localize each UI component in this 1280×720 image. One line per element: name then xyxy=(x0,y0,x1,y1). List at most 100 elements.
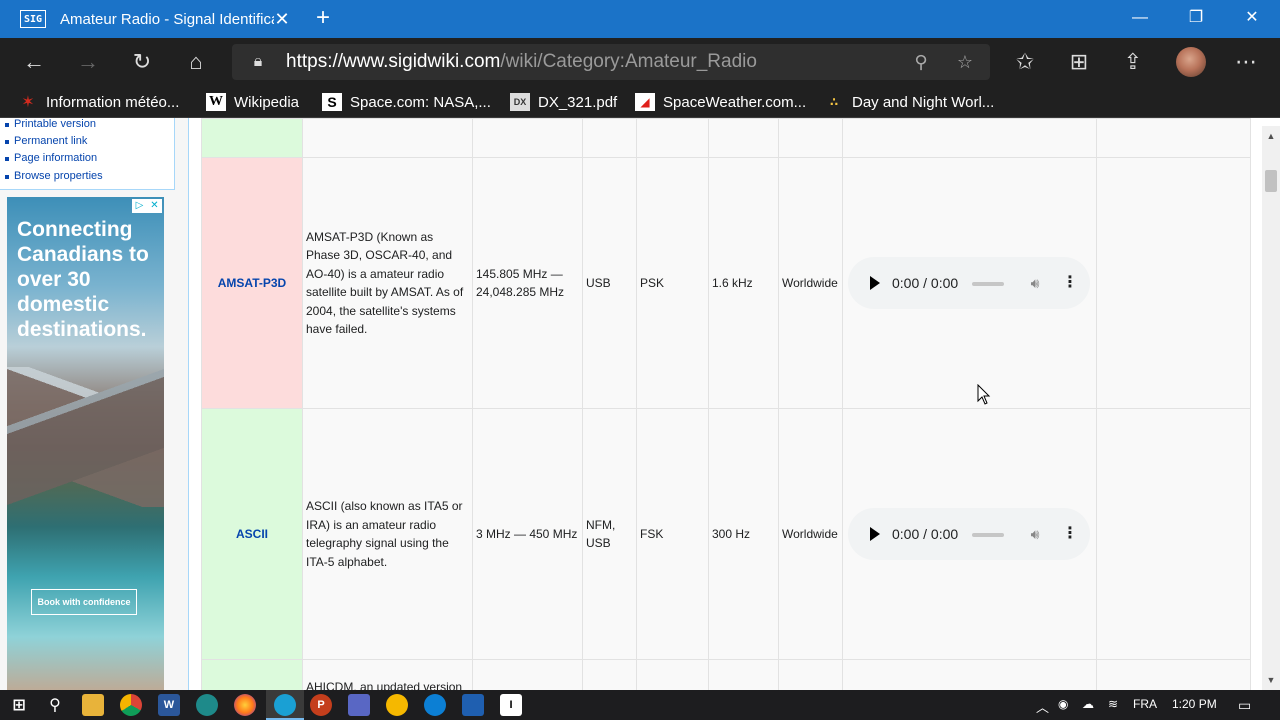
signal-name-link[interactable]: AMSAT-P3D xyxy=(218,276,286,290)
table-row: AMSAT-P3D AMSAT-P3D (Known as Phase 3D, … xyxy=(201,157,1251,409)
ad-choices[interactable]: ▷ ✕ xyxy=(132,199,162,213)
scroll-up-icon[interactable]: ▲ xyxy=(1262,128,1280,144)
favorite-star-icon[interactable]: ☆ xyxy=(952,49,978,75)
home-icon[interactable]: ⌂ xyxy=(182,48,210,76)
advertisement[interactable]: Connecting Canadians to over 30 domestic… xyxy=(7,197,164,690)
new-tab-icon[interactable]: + xyxy=(311,6,335,30)
audio-progress-slider[interactable] xyxy=(972,282,1004,286)
location-cell: Worldwide xyxy=(778,408,843,660)
chrome-icon[interactable] xyxy=(120,694,142,716)
volume-icon[interactable]: 🔊︎ xyxy=(1024,524,1046,544)
play-icon[interactable] xyxy=(870,527,880,541)
file-explorer-icon[interactable] xyxy=(82,694,104,716)
bookmark-label: Information météo... xyxy=(46,93,180,111)
edge-dev-icon[interactable] xyxy=(196,694,218,716)
scrollbar-thumb[interactable] xyxy=(1265,170,1277,192)
bookmark-label: DX_321.pdf xyxy=(538,93,618,111)
sigid-favicon-icon: SIG xyxy=(20,10,46,28)
bookmark-space-com[interactable]: S Space.com: NASA,... xyxy=(322,90,491,114)
mode-cell: NFM, USB xyxy=(582,408,637,660)
ad-cta-button[interactable]: Book with confidence xyxy=(31,589,137,615)
signal-name-cell: AMSAT-P3D xyxy=(201,157,303,409)
bookmark-spaceweather[interactable]: ◢ SpaceWeather.com... xyxy=(635,90,806,114)
audio-more-icon[interactable]: ⋮ xyxy=(1062,524,1078,544)
table-row: ASCII ASCII (also known as ITA5 or IRA) … xyxy=(201,408,1251,660)
maple-leaf-icon: ✶ xyxy=(21,94,35,111)
bandwidth-cell: 300 Hz xyxy=(708,408,779,660)
lock-icon[interactable]: 🔒︎ xyxy=(248,51,268,73)
firefox-icon[interactable] xyxy=(234,694,256,716)
volume-icon[interactable]: 🔊︎ xyxy=(1024,273,1046,293)
pdf-icon: DX xyxy=(510,93,530,111)
bookmark-label: Space.com: NASA,... xyxy=(350,93,491,111)
address-bar[interactable]: 🔒︎ https://www.sigidwiki.com/wiki/Catego… xyxy=(232,44,990,80)
clock[interactable]: 1:20 PM xyxy=(1172,697,1217,711)
close-window-icon[interactable]: ✕ xyxy=(1224,0,1280,36)
audio-player[interactable]: 0:00 / 0:00 🔊︎ ⋮ xyxy=(848,257,1090,309)
bookmark-label: Day and Night Worl... xyxy=(852,93,995,111)
app-window-icon[interactable] xyxy=(462,694,484,716)
edge-beta-icon[interactable] xyxy=(424,694,446,716)
notifications-icon[interactable]: ▭ xyxy=(1238,697,1251,714)
browser-tab[interactable]: SIG Amateur Radio - Signal Identificatio… xyxy=(8,0,302,38)
zoom-icon[interactable]: ⚲ xyxy=(908,49,934,75)
restore-icon[interactable]: ❐ xyxy=(1168,0,1224,36)
space-com-icon: S xyxy=(322,93,342,111)
bookmark-weather[interactable]: ✶ Information météo... xyxy=(18,90,179,114)
spectrogram-cell xyxy=(1096,408,1251,660)
play-icon[interactable] xyxy=(870,276,880,290)
word-icon[interactable]: W xyxy=(158,694,180,716)
scroll-down-icon[interactable]: ▼ xyxy=(1262,672,1280,688)
refresh-icon[interactable]: ↻ xyxy=(128,48,156,76)
ad-info-icon[interactable]: ▷ xyxy=(132,199,147,213)
audio-progress-slider[interactable] xyxy=(972,533,1004,537)
sidebar-link-printable[interactable]: Printable version xyxy=(5,118,96,130)
language-indicator[interactable]: FRA xyxy=(1133,697,1157,711)
signal-name-cell: ASCII xyxy=(201,408,303,660)
tray-security-icon[interactable]: ◉ xyxy=(1058,697,1068,711)
ad-headline: Connecting Canadians to over 30 domestic… xyxy=(17,218,149,341)
edge-icon[interactable] xyxy=(274,694,296,716)
app-icon[interactable] xyxy=(348,694,370,716)
modulation-cell: PSK xyxy=(636,157,709,409)
sidebar-link-page-info[interactable]: Page information xyxy=(4,152,97,164)
ad-close-icon[interactable]: ✕ xyxy=(147,199,162,213)
profile-avatar[interactable] xyxy=(1176,47,1206,77)
wifi-icon[interactable]: ≋ xyxy=(1108,697,1118,711)
more-icon[interactable]: ⋯ xyxy=(1232,48,1260,76)
forward-icon[interactable]: → xyxy=(74,48,102,76)
title-bar: SIG Amateur Radio - Signal Identificatio… xyxy=(0,0,1280,38)
bookmark-dx-pdf[interactable]: DX DX_321.pdf xyxy=(510,90,617,114)
navigation-bar: ← → ↻ ⌂ 🔒︎ https://www.sigidwiki.com/wik… xyxy=(0,38,1280,86)
frequency-cell: 3 MHz — 450 MHz xyxy=(472,408,583,660)
minimize-icon[interactable]: — xyxy=(1112,0,1168,36)
back-icon[interactable]: ← xyxy=(20,48,48,76)
search-icon[interactable]: ⚲ xyxy=(44,694,66,716)
audio-cell: 0:00 / 0:00 🔊︎ ⋮ xyxy=(842,408,1097,660)
url-text[interactable]: https://www.sigidwiki.com/wiki/Category:… xyxy=(286,51,757,73)
app-yellow-icon[interactable] xyxy=(386,694,408,716)
windows-start-icon[interactable]: ⊞ xyxy=(8,694,30,716)
description-cell: AHICDM, an updated version xyxy=(302,659,473,690)
tab-title: Amateur Radio - Signal Identification xyxy=(60,10,274,28)
favorites-icon[interactable]: ✩ xyxy=(1011,48,1039,76)
page-scrollbar[interactable]: ▲ ▼ xyxy=(1262,126,1280,690)
audio-player[interactable]: 0:00 / 0:00 🔊︎ ⋮ xyxy=(848,508,1090,560)
audio-time: 0:00 / 0:00 xyxy=(892,526,959,542)
close-tab-icon[interactable]: ✕ xyxy=(272,9,292,29)
day-night-icon: ∴ xyxy=(829,95,839,109)
powerpoint-icon[interactable]: P xyxy=(310,694,332,716)
signal-name-link[interactable]: ASCII xyxy=(236,527,268,541)
bookmark-day-night[interactable]: ∴ Day and Night Worl... xyxy=(824,90,994,114)
tray-sync-icon[interactable]: ☁ xyxy=(1082,697,1094,711)
collections-icon[interactable]: ⊞ xyxy=(1065,48,1093,76)
app-terminal-icon[interactable]: I xyxy=(500,694,522,716)
audio-more-icon[interactable]: ⋮ xyxy=(1062,273,1078,293)
table-row: AHICDM, an updated version xyxy=(201,659,1251,690)
share-icon[interactable]: ⇪ xyxy=(1119,48,1147,76)
sidebar-link-browse-properties[interactable]: Browse properties xyxy=(5,170,103,182)
sidebar-link-permanent[interactable]: Permanent link xyxy=(4,135,87,147)
location-cell: Worldwide xyxy=(778,157,843,409)
tray-chevron-icon[interactable]: ︿ xyxy=(1036,697,1049,716)
bookmark-wikipedia[interactable]: W Wikipedia xyxy=(206,90,299,114)
